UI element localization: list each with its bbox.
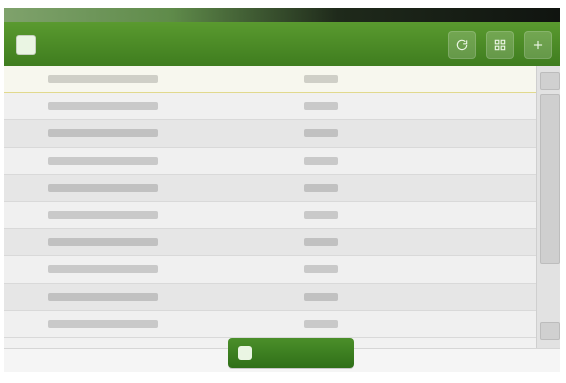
refresh-button[interactable] xyxy=(448,31,476,59)
list-item-secondary-text xyxy=(304,156,338,165)
list-item[interactable] xyxy=(4,93,536,121)
list-item-primary-text xyxy=(48,265,158,274)
list-item[interactable] xyxy=(4,120,536,148)
list-item[interactable] xyxy=(4,229,536,257)
list-item-primary-text xyxy=(48,319,158,328)
list-item-secondary-text xyxy=(304,292,338,301)
list-item[interactable] xyxy=(4,310,536,338)
grid-button[interactable] xyxy=(486,31,514,59)
top-strip xyxy=(4,8,560,22)
list-item-primary-text xyxy=(48,292,158,301)
list-item-secondary-text xyxy=(304,102,338,111)
list-item-primary-text xyxy=(48,75,158,83)
list-item-primary-text xyxy=(48,129,158,138)
header-actions xyxy=(448,31,552,59)
scroll-down-button[interactable] xyxy=(540,322,560,340)
list-item-secondary-text xyxy=(304,238,338,247)
list-item-primary-text xyxy=(48,156,158,165)
list-item[interactable] xyxy=(4,283,536,311)
list-item-primary-text xyxy=(48,102,158,111)
list-item-primary-text xyxy=(48,210,158,219)
add-button[interactable] xyxy=(524,31,552,59)
list-item-primary-text xyxy=(48,238,158,247)
list-item[interactable] xyxy=(4,201,536,230)
list-item-secondary-text xyxy=(304,210,338,219)
vertical-scrollbar[interactable] xyxy=(536,66,560,348)
action-icon xyxy=(238,346,252,360)
app-icon xyxy=(16,35,36,55)
list-view xyxy=(4,66,536,348)
list-item-secondary-text xyxy=(304,129,338,138)
list-item-primary-text xyxy=(48,183,158,192)
list-item-secondary-text xyxy=(304,265,338,274)
refresh-icon xyxy=(456,39,468,51)
scroll-thumb[interactable] xyxy=(540,94,560,264)
list-item[interactable] xyxy=(4,147,536,175)
plus-icon xyxy=(533,40,543,50)
primary-action-button[interactable] xyxy=(228,338,354,368)
list-item-secondary-text xyxy=(304,319,338,328)
list-item[interactable] xyxy=(4,256,536,284)
list-item[interactable] xyxy=(4,174,536,202)
app-window xyxy=(4,8,560,372)
grid-icon xyxy=(494,39,506,51)
scroll-up-button[interactable] xyxy=(540,72,560,90)
list-item-secondary-text xyxy=(304,75,338,83)
list-item-secondary-text xyxy=(304,183,338,192)
app-header xyxy=(4,22,560,66)
list-item[interactable] xyxy=(4,66,536,94)
